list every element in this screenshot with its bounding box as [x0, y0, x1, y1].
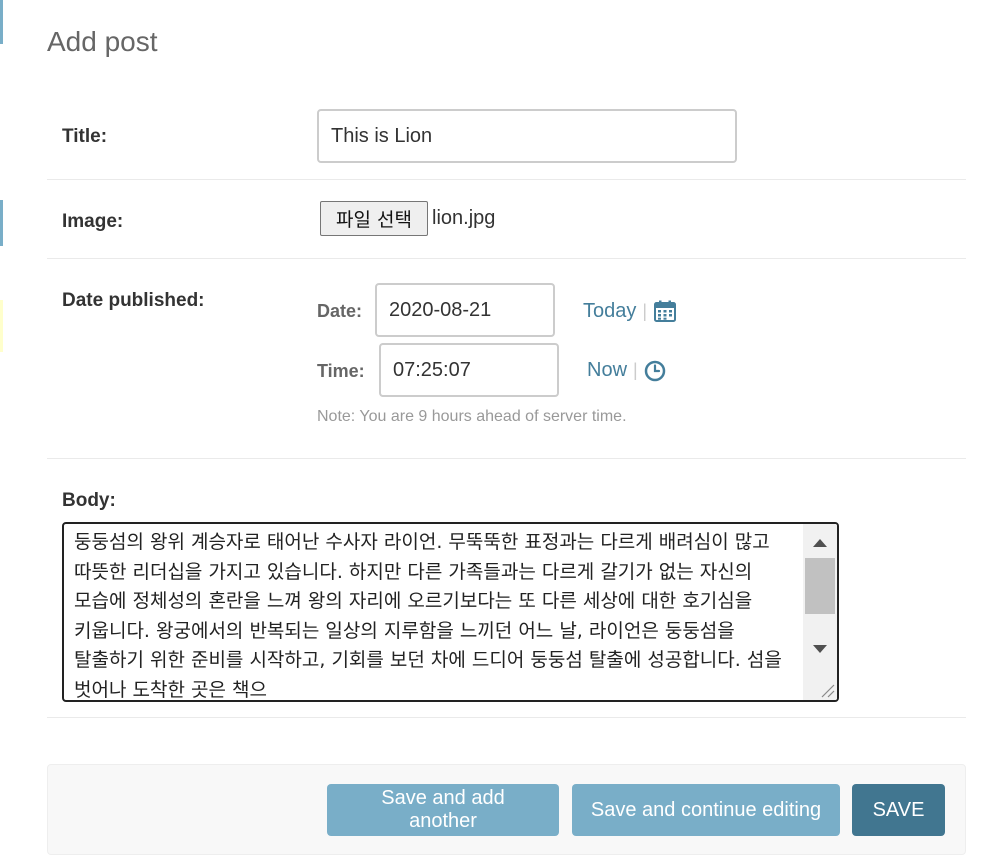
left-edge-marker — [0, 300, 3, 352]
clock-icon[interactable] — [644, 360, 666, 382]
date-input[interactable] — [375, 283, 555, 337]
file-name: lion.jpg — [432, 207, 496, 229]
scrollbar-thumb[interactable] — [805, 558, 835, 614]
now-link[interactable]: Now — [587, 359, 627, 382]
page-title: Add post — [47, 26, 158, 57]
body-scrollbar[interactable] — [803, 524, 837, 700]
form-row-title: Title: — [47, 96, 966, 180]
scroll-up-arrow-icon[interactable] — [803, 528, 837, 558]
time-input[interactable] — [379, 343, 559, 397]
body-text: 둥둥섬의 왕위 계승자로 태어난 수사자 라이언. 무뚝뚝한 표정과는 다르게 … — [74, 531, 782, 701]
submit-row: Save and add another Save and continue e… — [47, 764, 966, 855]
date-published-label: Date published: — [62, 290, 205, 311]
form-row-date-published: Date published: Date: Today | — [47, 259, 966, 459]
calendar-icon[interactable] — [653, 299, 677, 323]
timezone-help-note: Note: You are 9 hours ahead of server ti… — [317, 408, 627, 425]
body-textarea[interactable]: 둥둥섬의 왕위 계승자로 태어난 수사자 라이언. 무뚝뚝한 표정과는 다르게 … — [62, 522, 839, 702]
left-edge-marker — [0, 200, 3, 246]
scroll-down-arrow-icon[interactable] — [803, 634, 837, 664]
save-and-continue-editing-button[interactable]: Save and continue editing — [572, 784, 840, 836]
left-edge-strip — [0, 0, 3, 859]
body-label: Body: — [62, 490, 116, 511]
time-label: Time: — [317, 361, 365, 381]
date-label: Date: — [317, 301, 363, 321]
form-row-image: Image: 파일 선택 lion.jpg — [47, 180, 966, 259]
shortcut-separator: | — [642, 300, 648, 321]
date-shortcuts: Today | — [583, 299, 677, 323]
shortcut-separator: | — [633, 360, 638, 380]
save-and-add-another-button[interactable]: Save and add another — [327, 784, 559, 836]
today-link[interactable]: Today — [583, 300, 636, 323]
title-label: Title: — [62, 126, 108, 147]
save-button[interactable]: SAVE — [852, 784, 945, 836]
form-row-body: Body: 둥둥섬의 왕위 계승자로 태어난 수사자 라이언. 무뚝뚝한 표정과… — [47, 459, 966, 718]
title-input[interactable] — [317, 109, 737, 163]
choose-file-button[interactable]: 파일 선택 — [320, 201, 428, 236]
image-label: Image: — [62, 211, 124, 232]
resize-handle-icon[interactable] — [819, 682, 835, 698]
left-edge-marker — [0, 0, 3, 44]
time-shortcuts: Now | — [587, 359, 666, 382]
